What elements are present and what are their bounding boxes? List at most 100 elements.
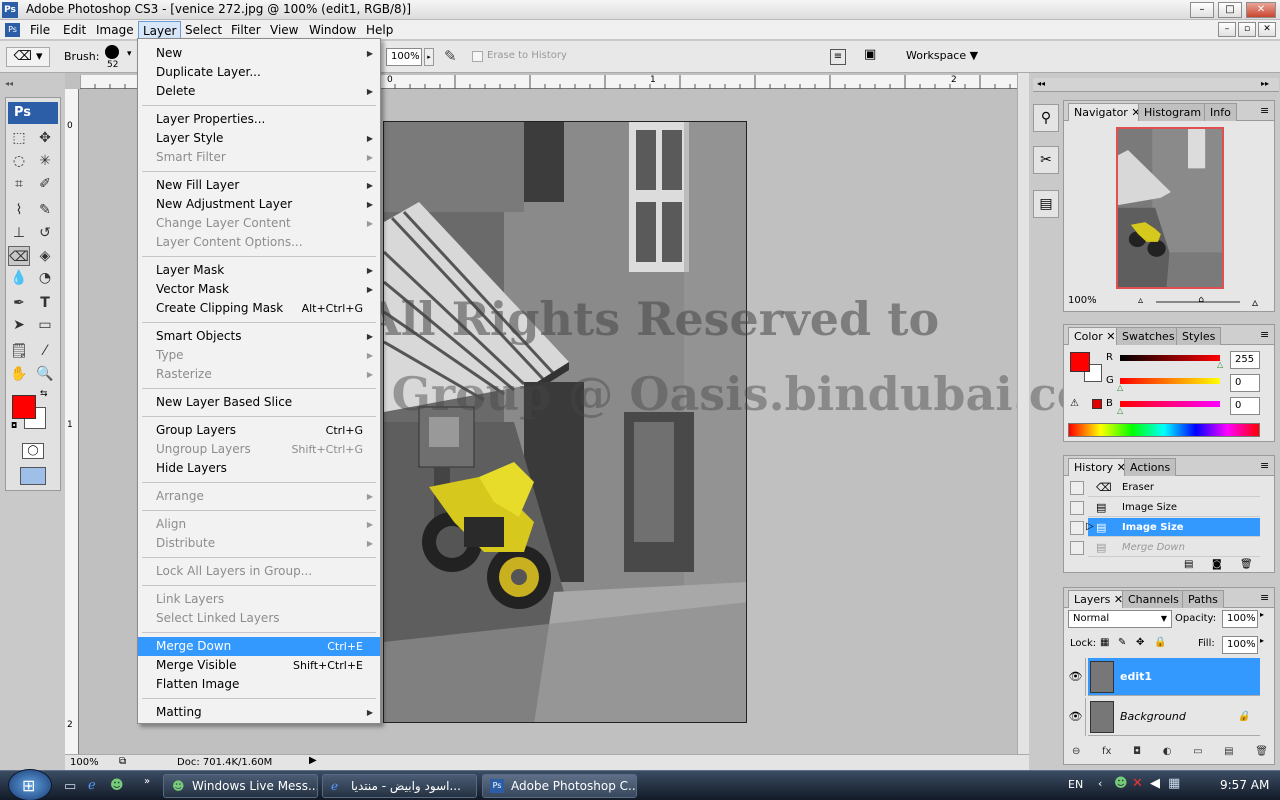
- tray-network-icon[interactable]: ✕: [1132, 776, 1143, 791]
- messenger-quicklaunch-icon[interactable]: ☻: [110, 778, 124, 793]
- layer-menu-item[interactable]: Layer Style ▶: [138, 129, 380, 148]
- layer-visibility-icon[interactable]: 👁: [1066, 658, 1086, 696]
- delete-state-icon[interactable]: 🗑: [1240, 559, 1253, 570]
- layer-menu-item[interactable]: Matting ▶: [138, 703, 380, 722]
- layer-menu-item[interactable]: New Fill Layer ▶: [138, 176, 380, 195]
- history-brush-tool-icon[interactable]: ↺: [34, 223, 56, 243]
- r-slider[interactable]: [1120, 355, 1220, 361]
- hand-tool-icon[interactable]: ✋: [8, 364, 30, 384]
- tab-styles[interactable]: Styles: [1176, 327, 1222, 345]
- gamut-warning-icon[interactable]: ⚠: [1070, 398, 1079, 409]
- slice-tool-icon[interactable]: ✐: [34, 174, 56, 194]
- color-spectrum-ramp[interactable]: [1068, 423, 1260, 437]
- layer-menu-item[interactable]: Duplicate Layer...: [138, 63, 380, 82]
- r-value-field[interactable]: 255: [1230, 351, 1260, 369]
- internet-explorer-icon[interactable]: ℯ: [88, 778, 96, 793]
- lock-transparency-icon[interactable]: ▦: [1100, 637, 1109, 648]
- menu-select[interactable]: Select: [181, 21, 226, 39]
- layer-opacity-field[interactable]: 100%: [1222, 610, 1258, 628]
- history-snapshot-source[interactable]: [1070, 521, 1084, 535]
- layer-style-icon[interactable]: fx: [1102, 746, 1111, 760]
- close-button[interactable]: ✕: [1246, 2, 1276, 18]
- tab-swatches[interactable]: Swatches: [1116, 327, 1181, 345]
- tab-actions[interactable]: Actions: [1124, 458, 1177, 476]
- quick-mask-icon[interactable]: ◯: [22, 443, 44, 459]
- layer-menu-item[interactable]: Smart Objects ▶: [138, 327, 380, 346]
- history-snapshot-source[interactable]: [1070, 541, 1084, 555]
- zoom-out-icon[interactable]: ▵: [1138, 295, 1143, 306]
- layer-menu-item[interactable]: Hide Layers: [138, 459, 380, 478]
- path-selection-tool-icon[interactable]: ➤: [8, 315, 30, 335]
- color-panel-menu-icon[interactable]: ≡: [1260, 328, 1269, 341]
- eyedropper-tool-icon[interactable]: ⁄: [34, 341, 56, 361]
- brush-dropdown-icon[interactable]: ▾: [127, 49, 132, 59]
- lock-all-icon[interactable]: 🔒: [1154, 637, 1166, 648]
- magic-wand-tool-icon[interactable]: ✳: [34, 151, 56, 171]
- b-slider[interactable]: [1120, 401, 1220, 407]
- bridge-icon[interactable]: ▣: [864, 47, 876, 62]
- tab-navigator[interactable]: Navigator ✕: [1068, 103, 1147, 121]
- opacity-arrow-icon[interactable]: ▸: [1260, 610, 1264, 619]
- layer-menu-item[interactable]: Create Clipping Mask Alt+Ctrl+G: [138, 299, 380, 318]
- toolbox-collapse-icon[interactable]: ◂◂: [5, 79, 19, 89]
- layer-menu-item[interactable]: New Layer Based Slice: [138, 393, 380, 412]
- tab-info[interactable]: Info: [1204, 103, 1237, 121]
- palette-well-icon[interactable]: ≡: [830, 49, 846, 65]
- g-slider[interactable]: [1120, 378, 1220, 384]
- new-group-icon[interactable]: ▭: [1193, 746, 1202, 760]
- tab-layers[interactable]: Layers ✕: [1068, 590, 1130, 608]
- layer-menu-item[interactable]: Delete ▶: [138, 82, 380, 101]
- dodge-tool-icon[interactable]: ◔: [34, 268, 56, 288]
- history-state[interactable]: ⌫ Eraser: [1088, 478, 1260, 497]
- crop-tool-icon[interactable]: ⌗: [8, 174, 30, 194]
- opacity-field[interactable]: 100%: [386, 48, 422, 66]
- menu-filter[interactable]: Filter: [227, 21, 265, 39]
- layer-row[interactable]: Background 🔒: [1088, 698, 1260, 736]
- tab-channels[interactable]: Channels: [1122, 590, 1185, 608]
- link-layers-icon[interactable]: ⊖: [1072, 746, 1080, 760]
- layer-menu-item[interactable]: Flatten Image: [138, 675, 380, 694]
- layer-row[interactable]: edit1: [1088, 658, 1260, 696]
- menu-help[interactable]: Help: [362, 21, 397, 39]
- zoom-in-icon[interactable]: ▵: [1252, 295, 1258, 309]
- brush-tool-icon[interactable]: ✎: [34, 200, 56, 220]
- marquee-tool-icon[interactable]: ⬚: [8, 128, 30, 148]
- status-menu-icon[interactable]: ⧉: [119, 756, 126, 767]
- layer-menu-item[interactable]: New Adjustment Layer ▶: [138, 195, 380, 214]
- pen-tool-icon[interactable]: ✒: [8, 293, 30, 313]
- foreground-color-swatch[interactable]: [12, 395, 36, 419]
- new-snapshot-icon[interactable]: ◙: [1212, 559, 1222, 570]
- layer-menu-item[interactable]: Layer Mask ▶: [138, 261, 380, 280]
- layer-visibility-icon[interactable]: 👁: [1066, 698, 1086, 736]
- default-colors-icon[interactable]: ◘: [11, 421, 17, 430]
- fill-arrow-icon[interactable]: ▸: [1260, 636, 1264, 645]
- layer-menu-item[interactable]: Group Layers Ctrl+G: [138, 421, 380, 440]
- tool-presets-panel-icon[interactable]: ✂: [1033, 146, 1059, 174]
- menu-window[interactable]: Window: [305, 21, 360, 39]
- history-snapshot-source[interactable]: [1070, 501, 1084, 515]
- panel-menu-icon[interactable]: ≡: [1260, 104, 1269, 117]
- maximize-button[interactable]: □: [1218, 2, 1242, 18]
- workspace-menu[interactable]: Workspace ▼: [906, 49, 978, 62]
- blur-tool-icon[interactable]: 💧: [8, 268, 30, 288]
- navigator-thumbnail[interactable]: [1116, 127, 1224, 289]
- zoom-tool-icon[interactable]: 🔍: [34, 364, 56, 384]
- dock-expand-icon[interactable]: ◂◂: [1037, 79, 1045, 88]
- screen-mode-icon[interactable]: [20, 467, 46, 485]
- color-fg-swatch[interactable]: [1070, 352, 1090, 372]
- menu-file[interactable]: File: [26, 21, 54, 39]
- doc-restore-button[interactable]: ▫: [1238, 22, 1256, 37]
- history-state[interactable]: ▤ Image Size: [1088, 518, 1260, 537]
- layer-comps-panel-icon[interactable]: ▤: [1033, 190, 1059, 218]
- quicklaunch-overflow-icon[interactable]: »: [144, 776, 150, 787]
- tray-volume-icon[interactable]: ◀: [1150, 776, 1160, 791]
- menu-edit[interactable]: Edit: [59, 21, 90, 39]
- tab-color[interactable]: Color ✕: [1068, 327, 1122, 345]
- brushes-panel-icon[interactable]: ⚲: [1033, 104, 1059, 132]
- airbrush-icon[interactable]: ✎: [444, 47, 457, 65]
- document-photo[interactable]: [383, 121, 747, 723]
- document-vertical-scrollbar[interactable]: [1017, 73, 1029, 754]
- layers-panel-menu-icon[interactable]: ≡: [1260, 591, 1269, 604]
- lasso-tool-icon[interactable]: ◌: [8, 151, 30, 171]
- tray-expand-icon[interactable]: ‹: [1098, 777, 1102, 790]
